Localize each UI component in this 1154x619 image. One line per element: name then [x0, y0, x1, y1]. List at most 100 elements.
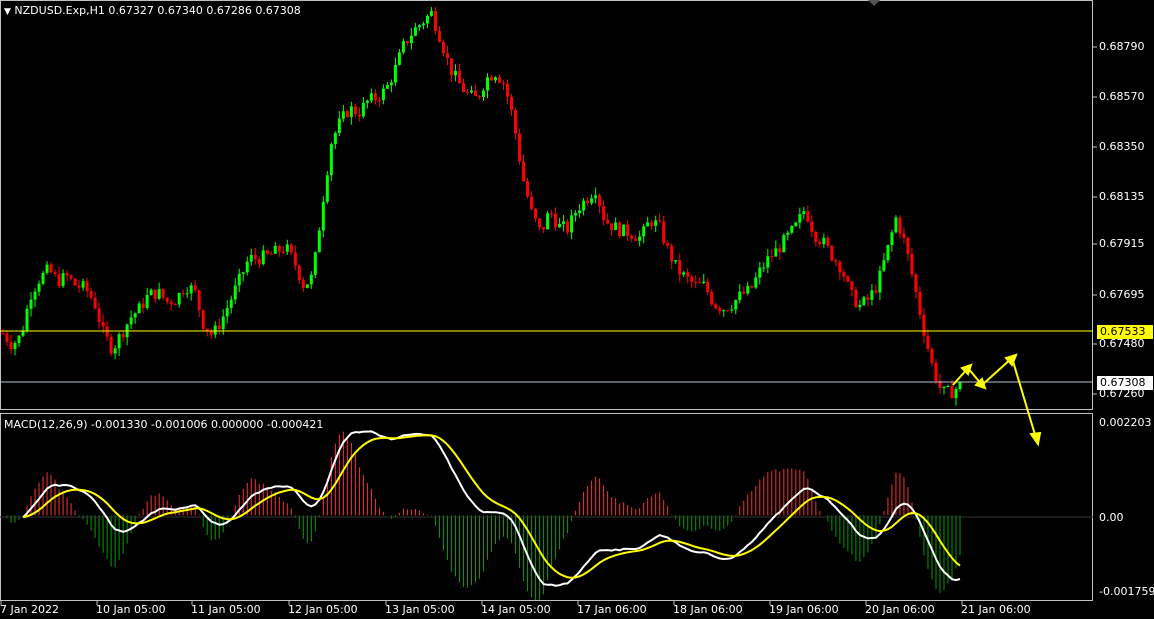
candle-body [461, 83, 465, 92]
candle-body [265, 250, 269, 254]
candle-body [313, 252, 317, 275]
candle-body [49, 264, 53, 273]
candle-body [558, 223, 562, 228]
candle-body [9, 341, 13, 350]
candle-body [506, 83, 510, 97]
candle-body [45, 264, 49, 273]
price-tick: 0.67915 [1099, 237, 1145, 250]
candle-body [301, 280, 305, 288]
candle-body [149, 289, 153, 296]
candle-body [185, 293, 189, 295]
candle-body [942, 386, 946, 388]
candle-body [105, 326, 109, 337]
candle-body [590, 198, 594, 204]
candle-body [854, 289, 858, 308]
candle-body [610, 223, 614, 231]
candle-body [141, 303, 145, 308]
candle-body [550, 213, 554, 215]
candle-body [878, 270, 882, 293]
price-tick: 0.67695 [1099, 288, 1145, 301]
candle-body [614, 222, 618, 231]
candle-body [389, 82, 393, 86]
candle-body [814, 231, 818, 242]
candle-body [437, 30, 441, 42]
candle-body [914, 274, 918, 292]
candle-body [441, 41, 445, 54]
symbol-header[interactable]: ▼ NZDUSD.Exp,H1 0.67327 0.67340 0.67286 … [4, 4, 301, 19]
time-tick: 14 Jan 05:00 [481, 603, 551, 616]
trading-chart[interactable] [0, 0, 1154, 619]
candle-body [289, 244, 293, 253]
candle-body [73, 278, 77, 286]
candle-body [421, 23, 425, 26]
candle-body [850, 281, 854, 290]
candle-body [874, 290, 878, 293]
time-tick: 20 Jan 06:00 [865, 603, 935, 616]
candle-body [285, 244, 289, 252]
dropdown-triangle-icon[interactable]: ▼ [4, 7, 11, 17]
candle-body [690, 276, 694, 282]
candle-body [630, 236, 634, 239]
candle-body [730, 309, 734, 311]
candle-body [586, 200, 590, 204]
level-price-tag[interactable]: 0.67533 [1097, 325, 1153, 339]
candle-body [425, 15, 429, 24]
candle-body [373, 93, 377, 100]
candle-body [858, 304, 862, 308]
candle-body [886, 244, 890, 261]
candle-body [53, 272, 57, 275]
candle-body [842, 272, 846, 277]
candle-body [582, 200, 586, 211]
candle-body [381, 88, 385, 101]
candle-body [698, 282, 702, 284]
candle-body [930, 348, 934, 363]
candle-body [798, 214, 802, 223]
candle-body [201, 310, 205, 329]
candle-body [101, 321, 105, 327]
candle-body [213, 325, 217, 335]
candle-body [249, 254, 253, 262]
candle-body [546, 213, 550, 230]
candle-body [337, 118, 341, 134]
candle-body [958, 382, 962, 390]
candle-body [950, 385, 954, 399]
time-tick: 13 Jan 05:00 [385, 603, 455, 616]
candle-body [566, 221, 570, 233]
candle-body [469, 90, 473, 93]
candle-body [241, 272, 245, 274]
candle-body [29, 299, 33, 309]
candle-body [490, 77, 494, 81]
candle-body [161, 289, 165, 298]
candle-body [806, 211, 810, 222]
macd-tick: 0.002203 [1099, 416, 1152, 429]
candle-body [77, 285, 81, 288]
candle-body [5, 333, 9, 342]
candle-body [281, 251, 285, 253]
candle-body [594, 195, 598, 199]
candle-body [702, 281, 706, 284]
candle-body [85, 281, 89, 292]
macd-tick: -0.001759 [1099, 585, 1154, 598]
candle-body [209, 331, 213, 335]
candle-body [121, 334, 125, 338]
candle-body [762, 267, 766, 269]
candle-body [902, 233, 906, 238]
candle-body [954, 389, 958, 399]
candle-body [518, 133, 522, 162]
candle-body [225, 307, 229, 317]
candle-body [33, 291, 37, 300]
candle-body [826, 237, 830, 246]
candle-body [457, 70, 461, 84]
candle-body [429, 10, 433, 16]
candle-body [714, 304, 718, 309]
candle-body [870, 290, 874, 300]
candle-body [433, 10, 437, 31]
time-tick: 11 Jan 05:00 [191, 603, 261, 616]
candle-body [602, 205, 606, 221]
price-tick: 0.68135 [1099, 190, 1145, 203]
candle-body [598, 195, 602, 206]
candle-body [906, 237, 910, 254]
candle-body [253, 254, 257, 260]
candle-body [686, 272, 690, 277]
candle-body [694, 281, 698, 283]
